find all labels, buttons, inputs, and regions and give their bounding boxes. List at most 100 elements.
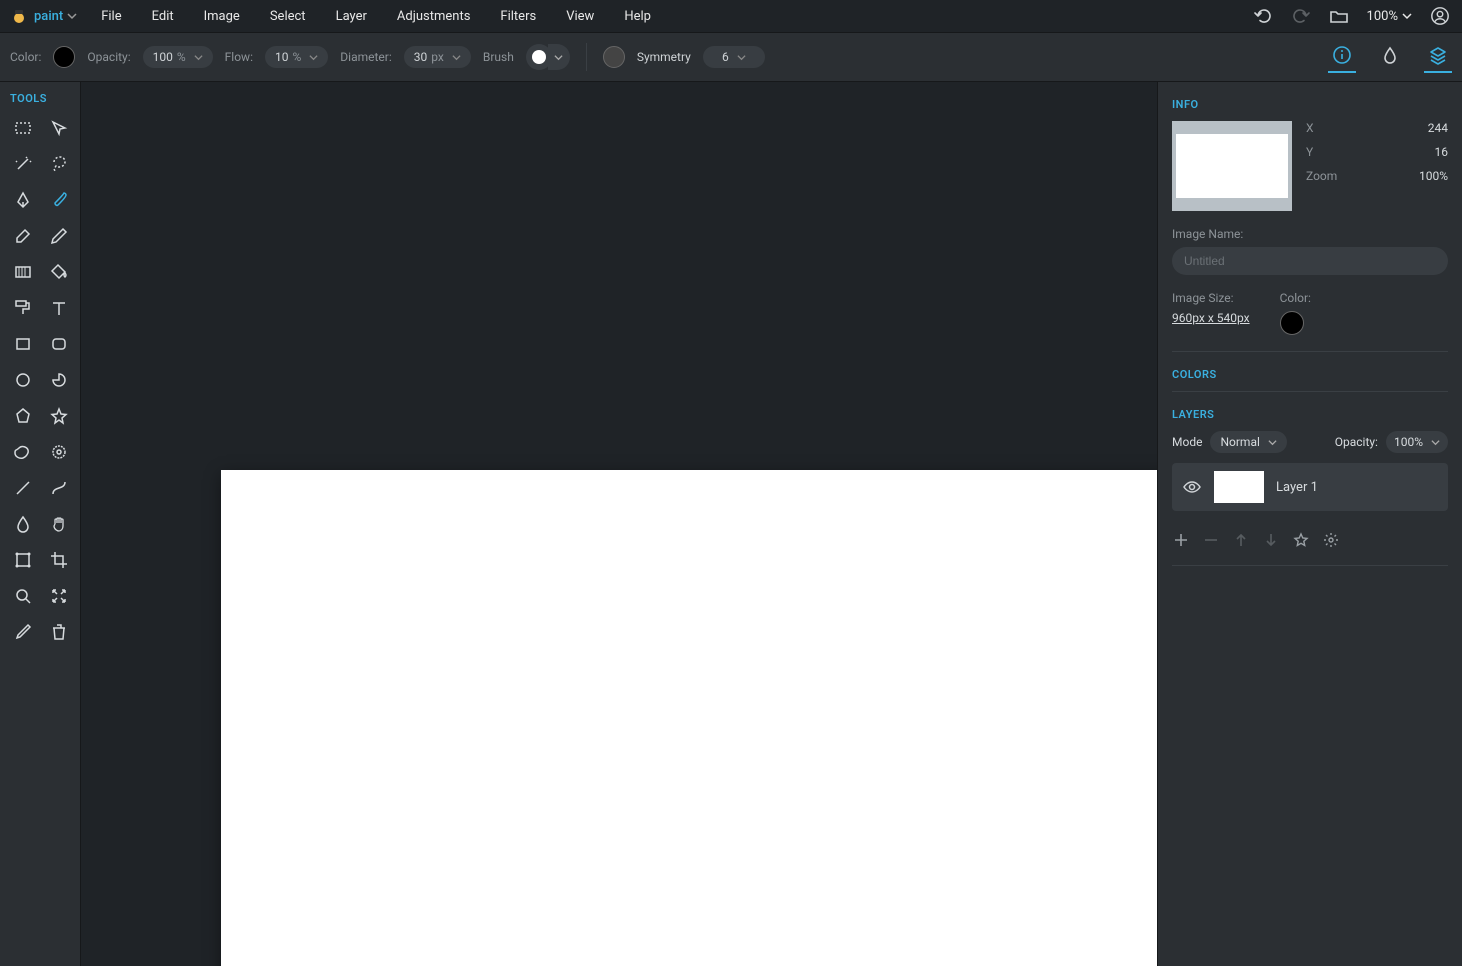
move-layer-up-icon[interactable] <box>1232 531 1250 549</box>
menu-edit[interactable]: Edit <box>138 5 188 28</box>
layer-row[interactable]: Layer 1 <box>1172 463 1448 511</box>
layers-panel-toggle-icon[interactable] <box>1424 41 1452 73</box>
lasso-tool-icon[interactable] <box>44 149 74 179</box>
blob-shape-icon[interactable] <box>8 437 38 467</box>
layer-opacity-dropdown[interactable]: 100% <box>1386 431 1448 453</box>
tools-title: TOOLS <box>0 88 80 113</box>
trash-tool-icon[interactable] <box>44 617 74 647</box>
move-layer-down-icon[interactable] <box>1262 531 1280 549</box>
y-label: Y <box>1306 145 1313 159</box>
color-swatch[interactable] <box>53 46 75 68</box>
magic-wand-tool-icon[interactable] <box>8 149 38 179</box>
chevron-down-icon <box>1402 11 1412 21</box>
account-icon[interactable] <box>1430 6 1450 26</box>
diameter-label: Diameter: <box>340 50 391 64</box>
hand-tool-icon[interactable] <box>44 509 74 539</box>
layer-settings-icon[interactable] <box>1322 531 1340 549</box>
y-value: 16 <box>1435 145 1449 159</box>
flow-input[interactable]: 10 % <box>265 46 328 68</box>
menu-filters[interactable]: Filters <box>486 5 550 28</box>
image-size-label: Image Size: <box>1172 291 1250 305</box>
undo-icon[interactable] <box>1253 6 1273 26</box>
chevron-down-icon <box>554 53 563 62</box>
menu-file[interactable]: File <box>87 5 135 28</box>
expand-tool-icon[interactable] <box>44 581 74 611</box>
redo-icon[interactable] <box>1291 6 1311 26</box>
move-tool-icon[interactable] <box>44 113 74 143</box>
paint-roller-tool-icon[interactable] <box>8 293 38 323</box>
pie-shape-icon[interactable] <box>44 365 74 395</box>
menu-items: File Edit Image Select Layer Adjustments… <box>87 5 665 28</box>
menu-help[interactable]: Help <box>610 5 665 28</box>
text-tool-icon[interactable] <box>44 293 74 323</box>
menu-image[interactable]: Image <box>190 5 254 28</box>
opacity-input[interactable]: 100 % <box>143 46 213 68</box>
rounded-rect-shape-icon[interactable] <box>44 329 74 359</box>
right-panel: INFO X244 Y16 Zoom100% Image Name: Image… <box>1157 82 1462 966</box>
layer-name[interactable]: Layer 1 <box>1276 480 1318 495</box>
drop-panel-toggle-icon[interactable] <box>1376 41 1404 73</box>
gradient-tool-icon[interactable] <box>8 257 38 287</box>
add-layer-icon[interactable] <box>1172 531 1190 549</box>
image-size-link[interactable]: 960px x 540px <box>1172 311 1250 325</box>
curve-tool-icon[interactable] <box>44 473 74 503</box>
info-panel-toggle-icon[interactable] <box>1328 41 1356 73</box>
blend-mode-label: Mode <box>1172 435 1202 449</box>
menu-adjustments[interactable]: Adjustments <box>383 5 485 28</box>
rect-select-tool-icon[interactable] <box>8 113 38 143</box>
pencil-tool-icon[interactable] <box>44 221 74 251</box>
canvas[interactable] <box>221 470 1157 966</box>
zoom-tool-icon[interactable] <box>8 581 38 611</box>
navigator-thumbnail[interactable] <box>1172 121 1292 211</box>
layers-section-title: LAYERS <box>1172 408 1448 421</box>
ellipse-shape-icon[interactable] <box>8 365 38 395</box>
app-name[interactable]: paint <box>34 9 63 24</box>
layer-visibility-icon[interactable] <box>1182 477 1202 497</box>
options-bar: Color: Opacity: 100 % Flow: 10 % Diamete… <box>0 33 1462 82</box>
chevron-down-icon <box>194 53 203 62</box>
delete-layer-icon[interactable] <box>1202 531 1220 549</box>
blend-mode-dropdown[interactable]: Normal <box>1210 431 1286 453</box>
transform-tool-icon[interactable] <box>8 545 38 575</box>
brush-tool-icon[interactable] <box>44 185 74 215</box>
opacity-label: Opacity: <box>87 50 130 64</box>
symmetry-label: Symmetry <box>637 50 691 64</box>
zoom-label: Zoom <box>1306 169 1337 183</box>
symmetry-input[interactable]: 6 <box>703 46 765 68</box>
chevron-down-icon <box>1268 438 1277 447</box>
app-menu-caret-icon[interactable] <box>67 11 77 21</box>
chevron-down-icon <box>1431 438 1440 447</box>
info-section-title: INFO <box>1172 98 1448 111</box>
paint-bucket-tool-icon[interactable] <box>44 257 74 287</box>
flow-label: Flow: <box>225 50 253 64</box>
eraser-tool-icon[interactable] <box>8 221 38 251</box>
colors-section-title[interactable]: COLORS <box>1172 368 1448 381</box>
zoom-dropdown[interactable]: 100% <box>1367 9 1412 24</box>
folder-open-icon[interactable] <box>1329 6 1349 26</box>
eyedropper-tool-icon[interactable] <box>8 617 38 647</box>
image-name-label: Image Name: <box>1172 227 1448 241</box>
crop-tool-icon[interactable] <box>44 545 74 575</box>
tools-sidebar: TOOLS <box>0 82 81 966</box>
favorite-layer-icon[interactable] <box>1292 531 1310 549</box>
menu-view[interactable]: View <box>552 5 608 28</box>
chevron-down-icon <box>737 53 746 62</box>
diameter-input[interactable]: 30 px <box>404 46 471 68</box>
gear-shape-icon[interactable] <box>44 437 74 467</box>
star-shape-icon[interactable] <box>44 401 74 431</box>
line-tool-icon[interactable] <box>8 473 38 503</box>
canvas-area[interactable] <box>81 82 1157 966</box>
pen-tool-icon[interactable] <box>8 185 38 215</box>
rectangle-shape-icon[interactable] <box>8 329 38 359</box>
brush-picker-caret[interactable] <box>548 44 570 70</box>
zoom-value: 100% <box>1419 169 1448 183</box>
menu-layer[interactable]: Layer <box>322 5 381 28</box>
symmetry-toggle[interactable] <box>603 46 625 68</box>
x-label: X <box>1306 121 1314 135</box>
polygon-shape-icon[interactable] <box>8 401 38 431</box>
info-color-swatch[interactable] <box>1280 311 1304 335</box>
separator <box>586 43 587 71</box>
blur-tool-icon[interactable] <box>8 509 38 539</box>
menu-select[interactable]: Select <box>256 5 320 28</box>
image-name-input[interactable] <box>1172 247 1448 275</box>
